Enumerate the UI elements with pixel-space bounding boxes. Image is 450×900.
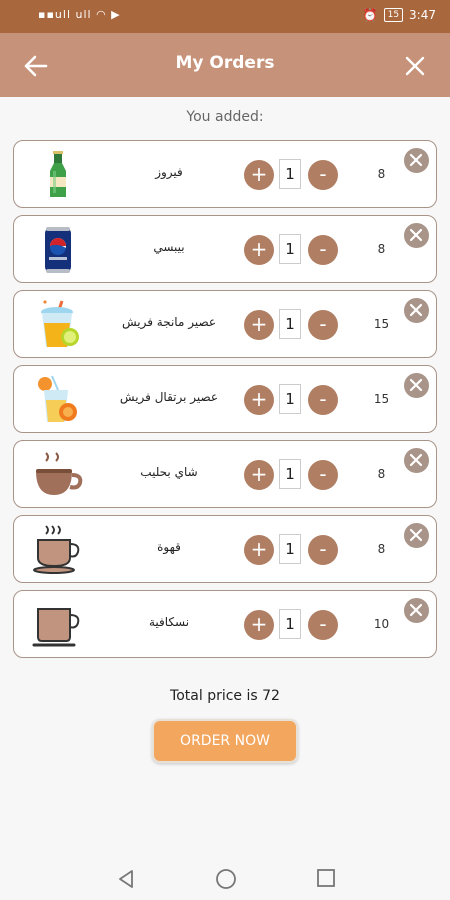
milk-tea-icon	[36, 452, 83, 495]
item-price: 8	[377, 542, 386, 556]
orange-juice-icon	[38, 375, 77, 422]
increase-button[interactable]: +	[244, 310, 274, 340]
item-name: نسكافية	[148, 615, 190, 629]
status-signal-icons: ▪▪ull ull ◠ ▶	[38, 8, 121, 21]
nav-home-icon[interactable]	[215, 868, 237, 890]
order-item: بيبسي + 1 - 8	[13, 215, 437, 283]
item-name: عصير مانجة فريش	[121, 315, 217, 329]
battery-icon: 15	[383, 8, 404, 22]
item-price: 15	[373, 317, 390, 331]
item-name: شاي بحليب	[140, 465, 198, 479]
decrease-button[interactable]: -	[308, 310, 338, 340]
quantity-field[interactable]: 1	[279, 159, 301, 189]
coffee-cup-icon	[33, 525, 80, 574]
decrease-button[interactable]: -	[308, 535, 338, 565]
order-item: شاي بحليب + 1 - 8	[13, 440, 437, 508]
close-icon[interactable]	[402, 53, 428, 79]
remove-item-icon[interactable]	[403, 447, 430, 474]
increase-button[interactable]: +	[244, 235, 274, 265]
order-item: عصير برتقال فريش + 1 - 15	[13, 365, 437, 433]
quantity-field[interactable]: 1	[279, 609, 301, 639]
item-price: 8	[377, 242, 386, 256]
nav-recents-icon[interactable]	[316, 868, 336, 888]
pepsi-can-icon	[45, 227, 71, 273]
remove-item-icon[interactable]	[403, 222, 430, 249]
item-name: عصير برتقال فريش	[119, 390, 219, 404]
increase-button[interactable]: +	[244, 385, 274, 415]
remove-item-icon[interactable]	[403, 297, 430, 324]
decrease-button[interactable]: -	[308, 235, 338, 265]
mango-juice-icon	[41, 299, 79, 347]
order-item: فيروز + 1 - 8	[13, 140, 437, 208]
remove-item-icon[interactable]	[403, 372, 430, 399]
section-label: You added:	[186, 109, 264, 125]
quantity-field[interactable]: 1	[279, 459, 301, 489]
item-name: بيبسي	[153, 240, 185, 254]
quantity-field[interactable]: 1	[279, 309, 301, 339]
remove-item-icon[interactable]	[403, 522, 430, 549]
decrease-button[interactable]: -	[308, 385, 338, 415]
beer-bottle-icon	[50, 151, 66, 197]
page-title: My Orders	[175, 53, 275, 73]
order-list: فيروز + 1 - 8 بيبسي + 1 - 8 عصير مانجة ف…	[13, 140, 437, 665]
decrease-button[interactable]: -	[308, 460, 338, 490]
increase-button[interactable]: +	[244, 610, 274, 640]
item-name: قهوة	[157, 540, 181, 554]
item-name: فيروز	[155, 165, 183, 179]
increase-button[interactable]: +	[244, 535, 274, 565]
item-price: 8	[377, 167, 386, 181]
remove-item-icon[interactable]	[403, 597, 430, 624]
order-now-button[interactable]: ORDER NOW	[152, 719, 298, 763]
status-bar: ▪▪ull ull ◠ ▶ ⏰ 15 3:47	[0, 0, 450, 33]
quantity-field[interactable]: 1	[279, 384, 301, 414]
status-right: ⏰ 15 3:47	[363, 8, 436, 22]
clock: 3:47	[409, 8, 436, 22]
decrease-button[interactable]: -	[308, 610, 338, 640]
system-nav-bar	[0, 855, 450, 900]
remove-item-icon[interactable]	[403, 147, 430, 174]
increase-button[interactable]: +	[244, 460, 274, 490]
decrease-button[interactable]: -	[308, 160, 338, 190]
alarm-icon: ⏰	[362, 8, 378, 22]
increase-button[interactable]: +	[244, 160, 274, 190]
nav-back-icon[interactable]	[116, 868, 136, 890]
app-bar: My Orders	[0, 33, 450, 97]
order-item: عصير مانجة فريش + 1 - 15	[13, 290, 437, 358]
quantity-field[interactable]: 1	[279, 534, 301, 564]
item-price: 10	[373, 617, 390, 631]
item-price: 15	[373, 392, 390, 406]
order-item: قهوة + 1 - 8	[13, 515, 437, 583]
order-item: نسكافية + 1 - 10	[13, 590, 437, 658]
total-price: Total price is 72	[170, 688, 280, 704]
nescafe-mug-icon	[32, 608, 80, 647]
item-price: 8	[377, 467, 386, 481]
quantity-field[interactable]: 1	[279, 234, 301, 264]
